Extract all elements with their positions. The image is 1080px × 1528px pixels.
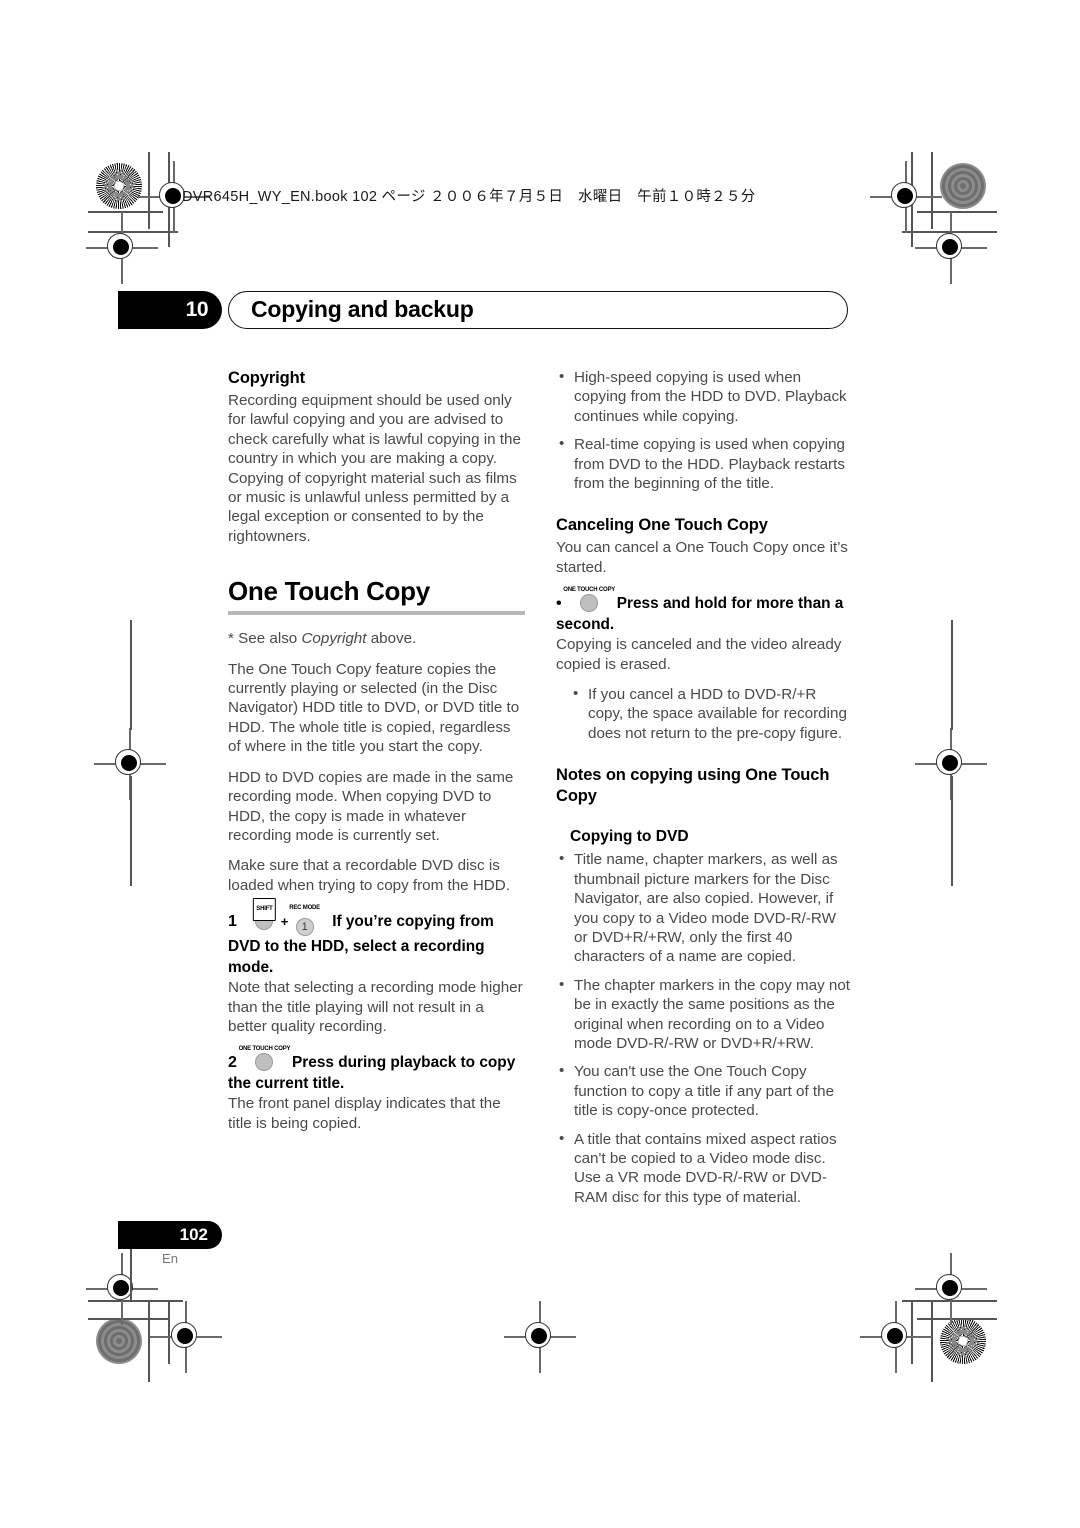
copying-to-dvd-bullets: Title name, chapter markers, as well as … (556, 849, 853, 1208)
one-touch-copy-button-icon[interactable]: ONE TOUCH COPY (563, 587, 615, 614)
rec-mode-button-circle[interactable]: 1 (295, 918, 314, 937)
cancel-step-heading: • ONE TOUCH COPY Press and hold for more… (556, 587, 853, 635)
registration-mark (870, 161, 942, 233)
registration-mark (504, 1301, 576, 1373)
right-column: High-speed copying is used when copying … (556, 367, 853, 1218)
crop-line (951, 776, 953, 886)
crop-line (88, 1318, 168, 1320)
page-number-badge: 102 (118, 1221, 222, 1249)
see-also-prefix: * See also (228, 630, 302, 648)
registration-mark (86, 212, 158, 284)
cancel-step-body: Copying is canceled and the video alread… (556, 636, 842, 673)
canceling-body: You can cancel a One Touch Copy once it’… (556, 539, 848, 576)
crop-line (931, 152, 933, 229)
one-touch-copy-button-label: ONE TOUCH COPY (238, 1046, 291, 1053)
crop-line (917, 1318, 997, 1320)
ring-target-top-right (940, 163, 986, 209)
one-touch-copy-button-label: ONE TOUCH COPY (563, 587, 616, 594)
copying-to-dvd-heading: Copying to DVD (570, 828, 689, 846)
notes-heading: Notes on copying using One Touch Copy (556, 766, 830, 806)
list-item: The chapter markers in the copy may not … (556, 975, 853, 1054)
registration-mark (915, 212, 987, 284)
one-touch-copy-heading: One Touch Copy (228, 576, 430, 607)
registration-mark (915, 1253, 987, 1325)
crop-line (951, 620, 953, 730)
crop-line (130, 776, 132, 886)
star-target-top-left (96, 163, 142, 209)
one-touch-copy-button-icon[interactable]: ONE TOUCH COPY (239, 1046, 291, 1073)
step-1-body: Note that selecting a recording mode hig… (228, 979, 523, 1035)
crop-line (931, 1302, 933, 1382)
plus-symbol: + (280, 914, 289, 930)
step-2-number: 2 (228, 1054, 237, 1072)
crop-line (130, 620, 132, 730)
copyright-body: Recording equipment should be used only … (228, 392, 521, 545)
list-item: If you cancel a HDD to DVD-R/+R copy, th… (570, 684, 853, 743)
list-item: High-speed copying is used when copying … (556, 367, 853, 426)
star-target-bottom-right (940, 1318, 986, 1364)
cancel-bullets: If you cancel a HDD to DVD-R/+R copy, th… (570, 684, 853, 743)
list-item: Real-time copying is used when copying f… (556, 434, 853, 493)
chapter-number: 10 (118, 291, 222, 329)
recordable-disc-paragraph: Make sure that a recordable DVD disc is … (228, 857, 510, 894)
left-column: Copyright Recording equipment should be … (228, 368, 525, 1144)
chapter-header: 10 Copying and backup (118, 291, 848, 329)
language-code: En (162, 1251, 178, 1266)
step-1: 1 SHIFT + REC MODE 1 If you’re copying fr… (228, 898, 525, 1036)
cancel-step-bullet: • (556, 595, 562, 613)
see-also-italic: Copyright (301, 630, 367, 648)
recording-mode-paragraph: HDD to DVD copies are made in the same r… (228, 768, 514, 844)
heading-rule (228, 611, 525, 616)
list-item: Title name, chapter markers, as well as … (556, 849, 853, 966)
copy-speed-bullets: High-speed copying is used when copying … (556, 367, 853, 493)
cancel-step: • ONE TOUCH COPY Press and hold for more… (556, 587, 853, 674)
canceling-heading: Canceling One Touch Copy (556, 516, 768, 535)
step-2-body: The front panel display indicates that t… (228, 1095, 501, 1132)
step-1-number: 1 (228, 913, 237, 931)
chapter-title: Copying and backup (251, 296, 474, 322)
crop-line (917, 211, 997, 213)
rec-mode-button-label: REC MODE (289, 905, 320, 912)
see-also-suffix: above. (366, 630, 417, 648)
crop-line (148, 1302, 150, 1382)
registration-mark (86, 1253, 158, 1325)
registration-mark (150, 1301, 222, 1373)
shift-button-label: SHIFT (253, 898, 276, 922)
chapter-title-container: Copying and backup (228, 291, 848, 329)
ring-target-bottom-left (96, 1318, 142, 1364)
rec-mode-button-icon[interactable]: REC MODE 1 (289, 905, 320, 937)
list-item: You can't use the One Touch Copy functio… (556, 1061, 853, 1120)
copyright-heading: Copyright (228, 369, 306, 387)
step-2: 2 ONE TOUCH COPY Press during playback t… (228, 1046, 525, 1133)
see-also-note: * See also Copyright above. (228, 629, 525, 648)
step-2-heading: 2 ONE TOUCH COPY Press during playback t… (228, 1046, 525, 1094)
manual-page: DVR645H_WY_EN.book 102 ページ ２００６年７月５日 水曜日… (0, 0, 1080, 1528)
registration-mark (860, 1301, 932, 1373)
shift-button-icon[interactable]: SHIFT (253, 898, 276, 932)
step-1-heading: 1 SHIFT + REC MODE 1 If you’re copying fr… (228, 898, 525, 978)
feature-paragraph: The One Touch Copy feature copies the cu… (228, 660, 520, 756)
book-file-header: DVR645H_WY_EN.book 102 ページ ２００６年７月５日 水曜日… (182, 189, 756, 205)
crop-line (148, 152, 150, 229)
list-item: A title that contains mixed aspect ratio… (556, 1129, 853, 1208)
